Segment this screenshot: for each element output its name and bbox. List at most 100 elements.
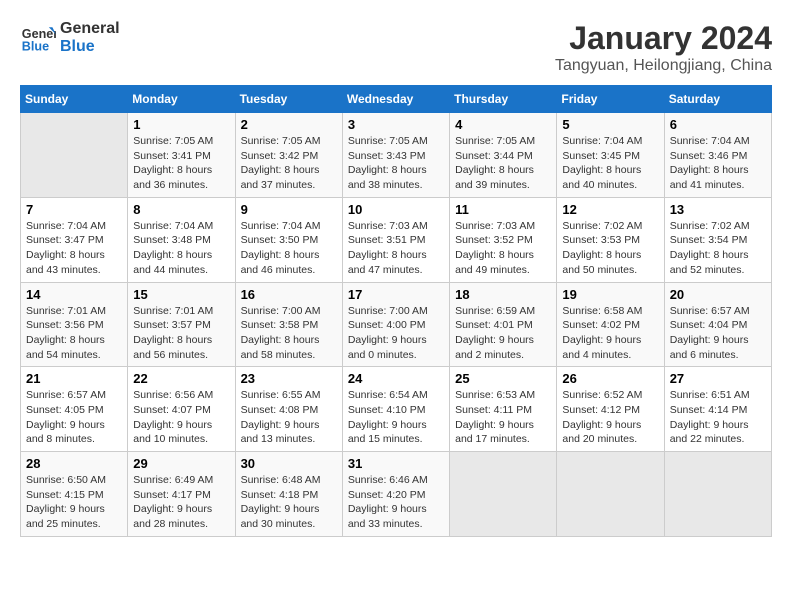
- calendar-cell: 3Sunrise: 7:05 AM Sunset: 3:43 PM Daylig…: [342, 113, 449, 198]
- day-number: 4: [455, 117, 551, 132]
- calendar-cell: 21Sunrise: 6:57 AM Sunset: 4:05 PM Dayli…: [21, 367, 128, 452]
- day-info: Sunrise: 7:02 AM Sunset: 3:53 PM Dayligh…: [562, 219, 658, 278]
- day-info: Sunrise: 6:52 AM Sunset: 4:12 PM Dayligh…: [562, 388, 658, 447]
- col-friday: Friday: [557, 86, 664, 113]
- calendar-week-2: 7Sunrise: 7:04 AM Sunset: 3:47 PM Daylig…: [21, 197, 772, 282]
- day-info: Sunrise: 6:51 AM Sunset: 4:14 PM Dayligh…: [670, 388, 766, 447]
- day-number: 10: [348, 202, 444, 217]
- day-info: Sunrise: 7:01 AM Sunset: 3:56 PM Dayligh…: [26, 304, 122, 363]
- calendar-cell: 9 Sunrise: 7:04 AM Sunset: 3:50 PM Daylig…: [235, 197, 342, 282]
- day-info: Sunrise: 6:56 AM Sunset: 4:07 PM Dayligh…: [133, 388, 229, 447]
- calendar-cell: 29Sunrise: 6:49 AM Sunset: 4:17 PM Dayli…: [128, 452, 235, 537]
- day-info: Sunrise: 6:57 AM Sunset: 4:04 PM Dayligh…: [670, 304, 766, 363]
- day-number: 18: [455, 287, 551, 302]
- day-number: 13: [670, 202, 766, 217]
- page-subtitle: Tangyuan, Heilongjiang, China: [555, 57, 772, 75]
- day-info: Sunrise: 6:54 AM Sunset: 4:10 PM Dayligh…: [348, 388, 444, 447]
- calendar-cell: 22Sunrise: 6:56 AM Sunset: 4:07 PM Dayli…: [128, 367, 235, 452]
- calendar-cell: 5 Sunrise: 7:04 AM Sunset: 3:45 PM Daylig…: [557, 113, 664, 198]
- calendar-cell: 30Sunrise: 6:48 AM Sunset: 4:18 PM Dayli…: [235, 452, 342, 537]
- calendar-cell: 2 Sunrise: 7:05 AM Sunset: 3:42 PM Daylig…: [235, 113, 342, 198]
- day-number: 9: [241, 202, 337, 217]
- calendar-header: Sunday Monday Tuesday Wednesday Thursday…: [21, 86, 772, 113]
- day-number: 19: [562, 287, 658, 302]
- calendar-cell: 19 Sunrise: 6:58 AM Sunset: 4:02 PM Dayli…: [557, 282, 664, 367]
- day-number: 6: [670, 117, 766, 132]
- col-wednesday: Wednesday: [342, 86, 449, 113]
- day-number: 20: [670, 287, 766, 302]
- day-info: Sunrise: 7:04 AM Sunset: 3:46 PM Dayligh…: [670, 134, 766, 193]
- calendar-cell: 8 Sunrise: 7:04 AM Sunset: 3:48 PM Daylig…: [128, 197, 235, 282]
- calendar-week-1: 1 Sunrise: 7:05 AM Sunset: 3:41 PM Daylig…: [21, 113, 772, 198]
- day-info: Sunrise: 6:53 AM Sunset: 4:11 PM Dayligh…: [455, 388, 551, 447]
- day-number: 29: [133, 456, 229, 471]
- day-info: Sunrise: 6:57 AM Sunset: 4:05 PM Dayligh…: [26, 388, 122, 447]
- day-number: 2: [241, 117, 337, 132]
- day-info: Sunrise: 7:05 AM Sunset: 3:41 PM Dayligh…: [133, 134, 229, 193]
- col-monday: Monday: [128, 86, 235, 113]
- day-info: Sunrise: 7:03 AM Sunset: 3:51 PM Dayligh…: [348, 219, 444, 278]
- day-number: 3: [348, 117, 444, 132]
- day-info: Sunrise: 7:04 AM Sunset: 3:48 PM Dayligh…: [133, 219, 229, 278]
- calendar-cell: [450, 452, 557, 537]
- logo: General Blue General Blue: [20, 20, 120, 56]
- header-row: Sunday Monday Tuesday Wednesday Thursday…: [21, 86, 772, 113]
- day-number: 30: [241, 456, 337, 471]
- calendar-cell: 20 Sunrise: 6:57 AM Sunset: 4:04 PM Dayli…: [664, 282, 771, 367]
- calendar-cell: 4Sunrise: 7:05 AM Sunset: 3:44 PM Daylig…: [450, 113, 557, 198]
- day-number: 14: [26, 287, 122, 302]
- day-number: 1: [133, 117, 229, 132]
- day-number: 26: [562, 371, 658, 386]
- day-info: Sunrise: 7:04 AM Sunset: 3:50 PM Dayligh…: [241, 219, 337, 278]
- day-info: Sunrise: 6:59 AM Sunset: 4:01 PM Dayligh…: [455, 304, 551, 363]
- calendar-cell: 17Sunrise: 7:00 AM Sunset: 4:00 PM Dayli…: [342, 282, 449, 367]
- calendar-cell: 31Sunrise: 6:46 AM Sunset: 4:20 PM Dayli…: [342, 452, 449, 537]
- calendar-cell: 27 Sunrise: 6:51 AM Sunset: 4:14 PM Dayli…: [664, 367, 771, 452]
- day-info: Sunrise: 7:05 AM Sunset: 3:42 PM Dayligh…: [241, 134, 337, 193]
- day-number: 23: [241, 371, 337, 386]
- col-thursday: Thursday: [450, 86, 557, 113]
- day-number: 12: [562, 202, 658, 217]
- day-number: 8: [133, 202, 229, 217]
- day-number: 11: [455, 202, 551, 217]
- title-area: January 2024 Tangyuan, Heilongjiang, Chi…: [555, 20, 772, 75]
- calendar-week-5: 28 Sunrise: 6:50 AM Sunset: 4:15 PM Dayli…: [21, 452, 772, 537]
- day-number: 17: [348, 287, 444, 302]
- calendar-cell: 13Sunrise: 7:02 AM Sunset: 3:54 PM Dayli…: [664, 197, 771, 282]
- day-number: 5: [562, 117, 658, 132]
- day-number: 16: [241, 287, 337, 302]
- header: General Blue General Blue January 2024 T…: [20, 20, 772, 75]
- calendar-cell: 24 Sunrise: 6:54 AM Sunset: 4:10 PM Dayli…: [342, 367, 449, 452]
- calendar-cell: 23 Sunrise: 6:55 AM Sunset: 4:08 PM Dayli…: [235, 367, 342, 452]
- calendar-cell: 1 Sunrise: 7:05 AM Sunset: 3:41 PM Daylig…: [128, 113, 235, 198]
- calendar-cell: [21, 113, 128, 198]
- day-info: Sunrise: 7:04 AM Sunset: 3:45 PM Dayligh…: [562, 134, 658, 193]
- calendar-week-3: 14 Sunrise: 7:01 AM Sunset: 3:56 PM Dayli…: [21, 282, 772, 367]
- calendar-cell: 11 Sunrise: 7:03 AM Sunset: 3:52 PM Dayli…: [450, 197, 557, 282]
- day-number: 24: [348, 371, 444, 386]
- day-info: Sunrise: 6:58 AM Sunset: 4:02 PM Dayligh…: [562, 304, 658, 363]
- day-info: Sunrise: 6:55 AM Sunset: 4:08 PM Dayligh…: [241, 388, 337, 447]
- day-info: Sunrise: 7:04 AM Sunset: 3:47 PM Dayligh…: [26, 219, 122, 278]
- calendar-table: Sunday Monday Tuesday Wednesday Thursday…: [20, 85, 772, 537]
- day-number: 27: [670, 371, 766, 386]
- day-info: Sunrise: 7:00 AM Sunset: 3:58 PM Dayligh…: [241, 304, 337, 363]
- page-title: January 2024: [555, 20, 772, 57]
- day-info: Sunrise: 7:03 AM Sunset: 3:52 PM Dayligh…: [455, 219, 551, 278]
- day-number: 28: [26, 456, 122, 471]
- calendar-week-4: 21Sunrise: 6:57 AM Sunset: 4:05 PM Dayli…: [21, 367, 772, 452]
- calendar-cell: 16 Sunrise: 7:00 AM Sunset: 3:58 PM Dayli…: [235, 282, 342, 367]
- calendar-cell: [664, 452, 771, 537]
- svg-text:Blue: Blue: [22, 40, 49, 54]
- day-info: Sunrise: 7:01 AM Sunset: 3:57 PM Dayligh…: [133, 304, 229, 363]
- day-info: Sunrise: 6:50 AM Sunset: 4:15 PM Dayligh…: [26, 473, 122, 532]
- calendar-cell: 12 Sunrise: 7:02 AM Sunset: 3:53 PM Dayli…: [557, 197, 664, 282]
- col-saturday: Saturday: [664, 86, 771, 113]
- calendar-cell: 28 Sunrise: 6:50 AM Sunset: 4:15 PM Dayli…: [21, 452, 128, 537]
- day-info: Sunrise: 6:46 AM Sunset: 4:20 PM Dayligh…: [348, 473, 444, 532]
- col-sunday: Sunday: [21, 86, 128, 113]
- calendar-cell: [557, 452, 664, 537]
- calendar-cell: 25Sunrise: 6:53 AM Sunset: 4:11 PM Dayli…: [450, 367, 557, 452]
- calendar-cell: 7Sunrise: 7:04 AM Sunset: 3:47 PM Daylig…: [21, 197, 128, 282]
- day-number: 15: [133, 287, 229, 302]
